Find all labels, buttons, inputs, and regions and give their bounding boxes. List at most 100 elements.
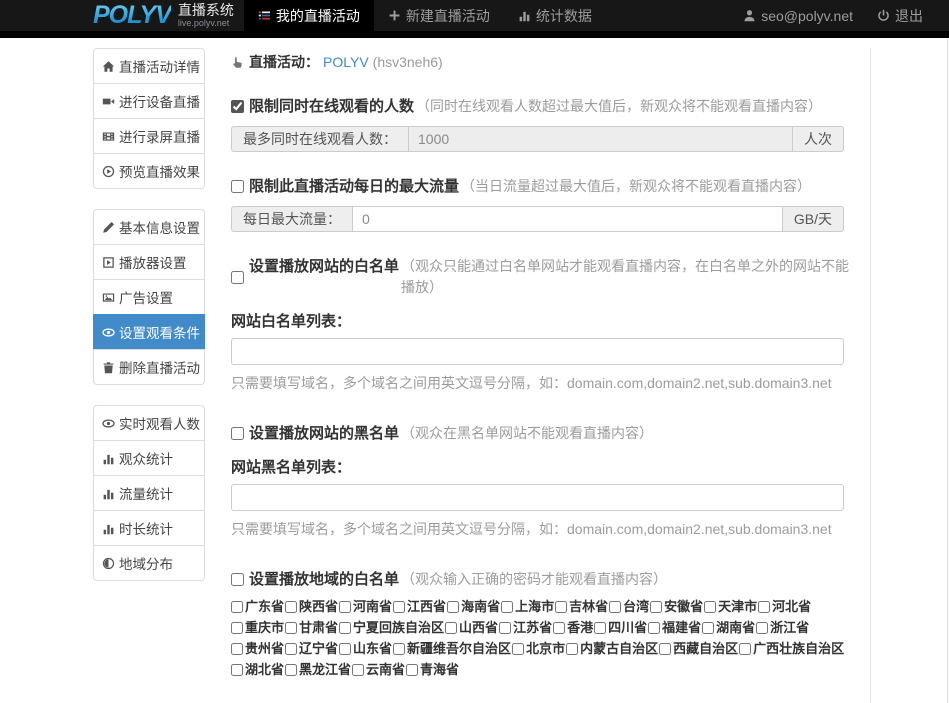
region-checkbox-item[interactable]: 江西省 — [393, 596, 446, 617]
region-checkbox-item[interactable]: 湖北省 — [231, 659, 284, 680]
region-checkbox[interactable] — [758, 601, 770, 613]
region-checkbox[interactable] — [393, 601, 405, 613]
region-checkbox-item[interactable]: 西藏自治区 — [659, 638, 738, 659]
site-whitelist-checkbox[interactable] — [231, 271, 244, 284]
region-checkbox-item[interactable]: 广西壮族自治区 — [739, 638, 844, 659]
user-account-button[interactable]: seo@polyv.net — [731, 8, 865, 24]
region-checkbox-item[interactable]: 四川省 — [594, 617, 647, 638]
region-checkbox-item[interactable]: 天津市 — [704, 596, 757, 617]
region-checkbox-item[interactable]: 海南省 — [447, 596, 500, 617]
region-checkbox[interactable] — [648, 622, 660, 634]
region-checkbox[interactable] — [501, 601, 513, 613]
region-checkbox[interactable] — [594, 622, 606, 634]
sidebar-item-realtime-viewers[interactable]: 实时观看人数 — [93, 405, 205, 441]
region-checkbox[interactable] — [702, 622, 714, 634]
limit-traffic-checkbox[interactable] — [231, 180, 244, 193]
top-navbar: POLYV 直播系统 live.polyv.net 我的直播活动新建直播活动统计… — [0, 0, 949, 31]
region-checkbox[interactable] — [231, 601, 243, 613]
region-checkbox[interactable] — [566, 643, 578, 655]
region-checkbox[interactable] — [285, 664, 297, 676]
region-checkbox-item[interactable]: 山西省 — [445, 617, 498, 638]
region-checkbox[interactable] — [650, 601, 662, 613]
region-checkbox[interactable] — [553, 622, 565, 634]
polyv-logo: POLYV — [93, 0, 171, 31]
region-checkbox-item[interactable]: 河南省 — [339, 596, 392, 617]
region-checkbox[interactable] — [704, 601, 716, 613]
region-checkbox[interactable] — [231, 664, 243, 676]
sidebar-item-device-live[interactable]: 进行设备直播 — [93, 83, 205, 119]
region-checkbox-item[interactable]: 陕西省 — [285, 596, 338, 617]
site-blacklist-checkbox[interactable] — [231, 427, 244, 440]
nav-tab-new-live-event[interactable]: 新建直播活动 — [374, 0, 504, 31]
region-checkbox-item[interactable]: 安徽省 — [650, 596, 703, 617]
region-checkbox-item[interactable]: 宁夏回族自治区 — [339, 617, 444, 638]
region-checkbox[interactable] — [352, 664, 364, 676]
region-checkbox[interactable] — [609, 601, 621, 613]
sidebar-item-screen-live[interactable]: 进行录屏直播 — [93, 118, 205, 154]
region-whitelist-checkbox[interactable] — [231, 573, 244, 586]
region-checkbox-item[interactable]: 山东省 — [339, 638, 392, 659]
region-checkbox[interactable] — [339, 643, 351, 655]
region-checkbox-item[interactable]: 辽宁省 — [285, 638, 338, 659]
region-checkbox-item[interactable]: 上海市 — [501, 596, 554, 617]
region-checkbox-item[interactable]: 河北省 — [758, 596, 811, 617]
region-checkbox[interactable] — [285, 643, 297, 655]
region-checkbox[interactable] — [447, 601, 459, 613]
region-checkbox-item[interactable]: 湖南省 — [702, 617, 755, 638]
logout-button[interactable]: 退出 — [865, 6, 935, 26]
sidebar-item-player-settings[interactable]: 播放器设置 — [93, 244, 205, 280]
region-checkbox[interactable] — [339, 601, 351, 613]
region-checkbox[interactable] — [339, 622, 351, 634]
site-blacklist-input[interactable] — [231, 484, 844, 511]
sidebar-item-duration-stats[interactable]: 时长统计 — [93, 510, 205, 546]
sidebar-group: 基本信息设置播放器设置广告设置设置观看条件删除直播活动 — [93, 209, 205, 385]
region-checkbox-item[interactable]: 青海省 — [406, 659, 459, 680]
region-checkbox-item[interactable]: 福建省 — [648, 617, 701, 638]
region-checkbox-item[interactable]: 吉林省 — [555, 596, 608, 617]
sidebar-item-watch-conditions[interactable]: 设置观看条件 — [93, 314, 205, 350]
sidebar-item-traffic-stats[interactable]: 流量统计 — [93, 475, 205, 511]
region-checkbox[interactable] — [231, 622, 243, 634]
max-viewers-input[interactable] — [408, 126, 793, 152]
region-checkbox[interactable] — [659, 643, 671, 655]
region-checkbox[interactable] — [445, 622, 457, 634]
region-checkbox[interactable] — [406, 664, 418, 676]
sidebar-item-preview-live[interactable]: 预览直播效果 — [93, 153, 205, 189]
region-checkbox-item[interactable]: 重庆市 — [231, 617, 284, 638]
region-checkbox-item[interactable]: 浙江省 — [756, 617, 809, 638]
region-checkbox[interactable] — [512, 643, 524, 655]
sidebar-item-region-distribution[interactable]: 地域分布 — [93, 545, 205, 581]
sidebar-item-live-detail[interactable]: 直播活动详情 — [93, 48, 205, 84]
region-checkbox-item[interactable]: 北京市 — [512, 638, 565, 659]
region-checkbox[interactable] — [499, 622, 511, 634]
region-checkbox-item[interactable]: 江苏省 — [499, 617, 552, 638]
channel-name-link[interactable]: POLYV — [323, 54, 369, 70]
sidebar-item-basic-settings[interactable]: 基本信息设置 — [93, 209, 205, 245]
region-checkbox-item[interactable]: 甘肃省 — [285, 617, 338, 638]
region-checkbox[interactable] — [231, 643, 243, 655]
sidebar-item-ad-settings[interactable]: 广告设置 — [93, 279, 205, 315]
nav-tab-statistics[interactable]: 统计数据 — [504, 0, 606, 31]
nav-tab-my-live-events[interactable]: 我的直播活动 — [244, 0, 374, 31]
region-checkbox-item[interactable]: 新疆维吾尔自治区 — [393, 638, 511, 659]
region-checkbox[interactable] — [285, 622, 297, 634]
region-checkbox[interactable] — [285, 601, 297, 613]
region-checkbox[interactable] — [739, 643, 751, 655]
region-checkbox-item[interactable]: 台湾 — [609, 596, 649, 617]
region-checkbox-item[interactable]: 内蒙古自治区 — [566, 638, 658, 659]
region-checkbox[interactable] — [393, 643, 405, 655]
region-checkbox[interactable] — [756, 622, 768, 634]
region-checkbox-item[interactable]: 广东省 — [231, 596, 284, 617]
scrollbar-edge[interactable] — [947, 38, 948, 703]
sidebar-item-delete-live[interactable]: 删除直播活动 — [93, 349, 205, 385]
daily-traffic-input[interactable] — [352, 206, 783, 232]
limit-viewers-checkbox[interactable] — [231, 100, 244, 113]
region-checkbox-item[interactable]: 云南省 — [352, 659, 405, 680]
brand[interactable]: POLYV 直播系统 live.polyv.net — [93, 0, 244, 31]
region-checkbox-item[interactable]: 黑龙江省 — [285, 659, 351, 680]
region-checkbox-item[interactable]: 香港 — [553, 617, 593, 638]
region-checkbox-item[interactable]: 贵州省 — [231, 638, 284, 659]
site-whitelist-input[interactable] — [231, 338, 844, 365]
sidebar-item-viewer-stats[interactable]: 观众统计 — [93, 440, 205, 476]
region-checkbox[interactable] — [555, 601, 567, 613]
